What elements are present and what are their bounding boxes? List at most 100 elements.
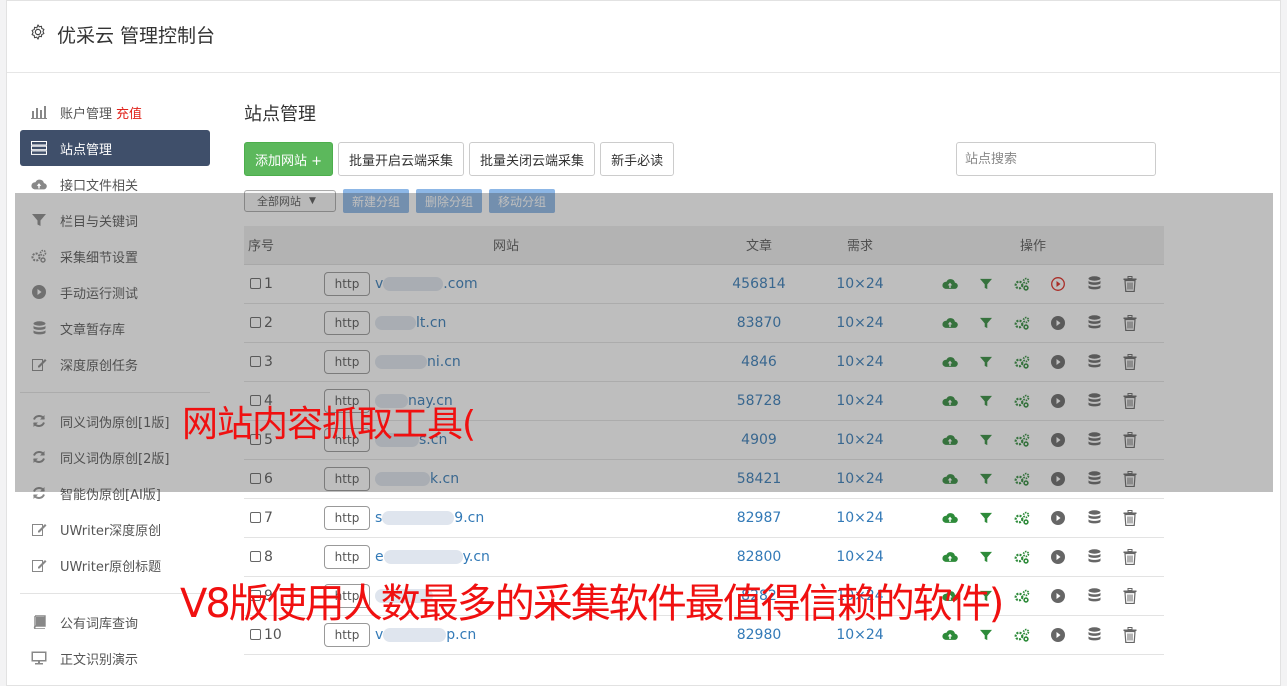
site-prefix[interactable]: v [375,276,383,292]
article-count[interactable]: 83870 [700,303,818,343]
cogs-icon[interactable] [1004,274,1040,294]
sidebar-item-sites[interactable]: 站点管理 [20,130,210,166]
table-row[interactable]: 1 http v .com 456814 10×24 [244,264,1164,304]
article-count[interactable]: 82987 [700,498,818,538]
row-checkbox[interactable] [250,472,261,484]
cogs-icon[interactable] [1004,469,1040,489]
play-circle-icon[interactable] [1040,469,1076,489]
trash-icon[interactable] [1112,586,1148,606]
cogs-icon[interactable] [1004,625,1040,645]
demand-value[interactable]: 10×24 [818,459,902,499]
cloud-upload-icon[interactable] [932,274,968,294]
batch-disable-cloud-button[interactable]: 批量关闭云端采集 [469,142,596,176]
trash-icon[interactable] [1112,352,1148,372]
row-checkbox[interactable] [250,277,261,289]
row-checkbox[interactable] [250,316,261,328]
row-checkbox[interactable] [250,628,261,640]
article-count[interactable]: 58421 [700,459,818,499]
article-count[interactable]: 456814 [700,264,818,304]
article-count[interactable]: 58728 [700,381,818,421]
protocol-badge[interactable]: http [324,505,370,530]
play-circle-icon[interactable] [1040,352,1076,372]
trash-icon[interactable] [1112,547,1148,567]
database-icon[interactable] [1076,430,1112,450]
play-circle-icon[interactable] [1040,586,1076,606]
site-prefix[interactable]: e [375,549,384,565]
filter-icon[interactable] [968,547,1004,567]
demand-value[interactable]: 10×24 [818,303,902,343]
cogs-icon[interactable] [1004,586,1040,606]
play-circle-icon[interactable] [1040,391,1076,411]
demand-value[interactable]: 10×24 [818,342,902,382]
cloud-upload-icon[interactable] [932,430,968,450]
trash-icon[interactable] [1112,313,1148,333]
sidebar-item-article-store[interactable]: 文章暂存库 [20,310,210,346]
cogs-icon[interactable] [1004,313,1040,333]
database-icon[interactable] [1076,547,1112,567]
cogs-icon[interactable] [1004,430,1040,450]
sidebar-item-deep-original[interactable]: 深度原创任务 [20,346,210,382]
filter-icon[interactable] [968,391,1004,411]
article-count[interactable]: 4909 [700,420,818,460]
table-row[interactable]: 7 http s 9.cn 82987 10×24 [244,498,1164,538]
play-circle-icon[interactable] [1040,430,1076,450]
protocol-badge[interactable]: http [324,271,370,296]
site-suffix[interactable]: ni.cn [427,354,461,370]
filter-icon[interactable] [968,352,1004,372]
trash-icon[interactable] [1112,625,1148,645]
demand-value[interactable]: 10×24 [818,264,902,304]
cloud-upload-icon[interactable] [932,313,968,333]
sidebar-item-ai-rewrite[interactable]: 智能伪原创[AI版] [20,475,210,511]
table-row[interactable]: 3 http ni.cn 4846 10×24 [244,342,1164,382]
protocol-badge[interactable]: http [324,466,370,491]
play-circle-icon[interactable] [1040,313,1076,333]
trash-icon[interactable] [1112,469,1148,489]
protocol-badge[interactable]: http [324,349,370,374]
sidebar-item-account[interactable]: 账户管理 充值 [20,94,210,130]
cogs-icon[interactable] [1004,508,1040,528]
cloud-upload-icon[interactable] [932,547,968,567]
article-count[interactable]: 4846 [700,342,818,382]
database-icon[interactable] [1076,469,1112,489]
play-circle-icon[interactable] [1040,508,1076,528]
database-icon[interactable] [1076,586,1112,606]
filter-icon[interactable] [968,274,1004,294]
recharge-link[interactable]: 充值 [116,103,142,122]
demand-value[interactable]: 10×24 [818,381,902,421]
newbie-guide-button[interactable]: 新手必读 [600,142,675,176]
cloud-upload-icon[interactable] [932,391,968,411]
delete-group-button[interactable]: 删除分组 [416,189,483,213]
demand-value[interactable]: 10×24 [818,498,902,538]
cloud-upload-icon[interactable] [932,508,968,528]
row-checkbox[interactable] [250,511,261,523]
site-suffix[interactable]: lt.cn [416,315,446,331]
trash-icon[interactable] [1112,274,1148,294]
cogs-icon[interactable] [1004,391,1040,411]
site-suffix[interactable]: 9.cn [454,510,484,526]
play-circle-icon[interactable] [1040,547,1076,567]
protocol-badge[interactable]: http [324,310,370,335]
sidebar-item-collect-settings[interactable]: 采集细节设置 [20,238,210,274]
move-group-button[interactable]: 移动分组 [489,189,556,213]
cogs-icon[interactable] [1004,547,1040,567]
trash-icon[interactable] [1112,430,1148,450]
protocol-badge[interactable]: http [324,544,370,569]
filter-icon[interactable] [968,508,1004,528]
play-circle-icon[interactable] [1040,274,1076,294]
filter-icon[interactable] [968,469,1004,489]
row-checkbox[interactable] [250,355,261,367]
group-select[interactable]: 全部网站 ▼ [244,190,336,212]
demand-value[interactable]: 10×24 [818,420,902,460]
cloud-upload-icon[interactable] [932,469,968,489]
trash-icon[interactable] [1112,508,1148,528]
table-row[interactable]: 6 http k.cn 58421 10×24 [244,459,1164,499]
cogs-icon[interactable] [1004,352,1040,372]
sidebar-item-text-recognition[interactable]: 正文识别演示 [20,640,210,676]
database-icon[interactable] [1076,274,1112,294]
cloud-upload-icon[interactable] [932,352,968,372]
site-suffix[interactable]: y.cn [463,549,490,565]
batch-enable-cloud-button[interactable]: 批量开启云端采集 [338,142,465,176]
new-group-button[interactable]: 新建分组 [343,189,410,213]
sidebar-item-uwriter-deep[interactable]: UWriter深度原创 [20,511,210,547]
database-icon[interactable] [1076,313,1112,333]
